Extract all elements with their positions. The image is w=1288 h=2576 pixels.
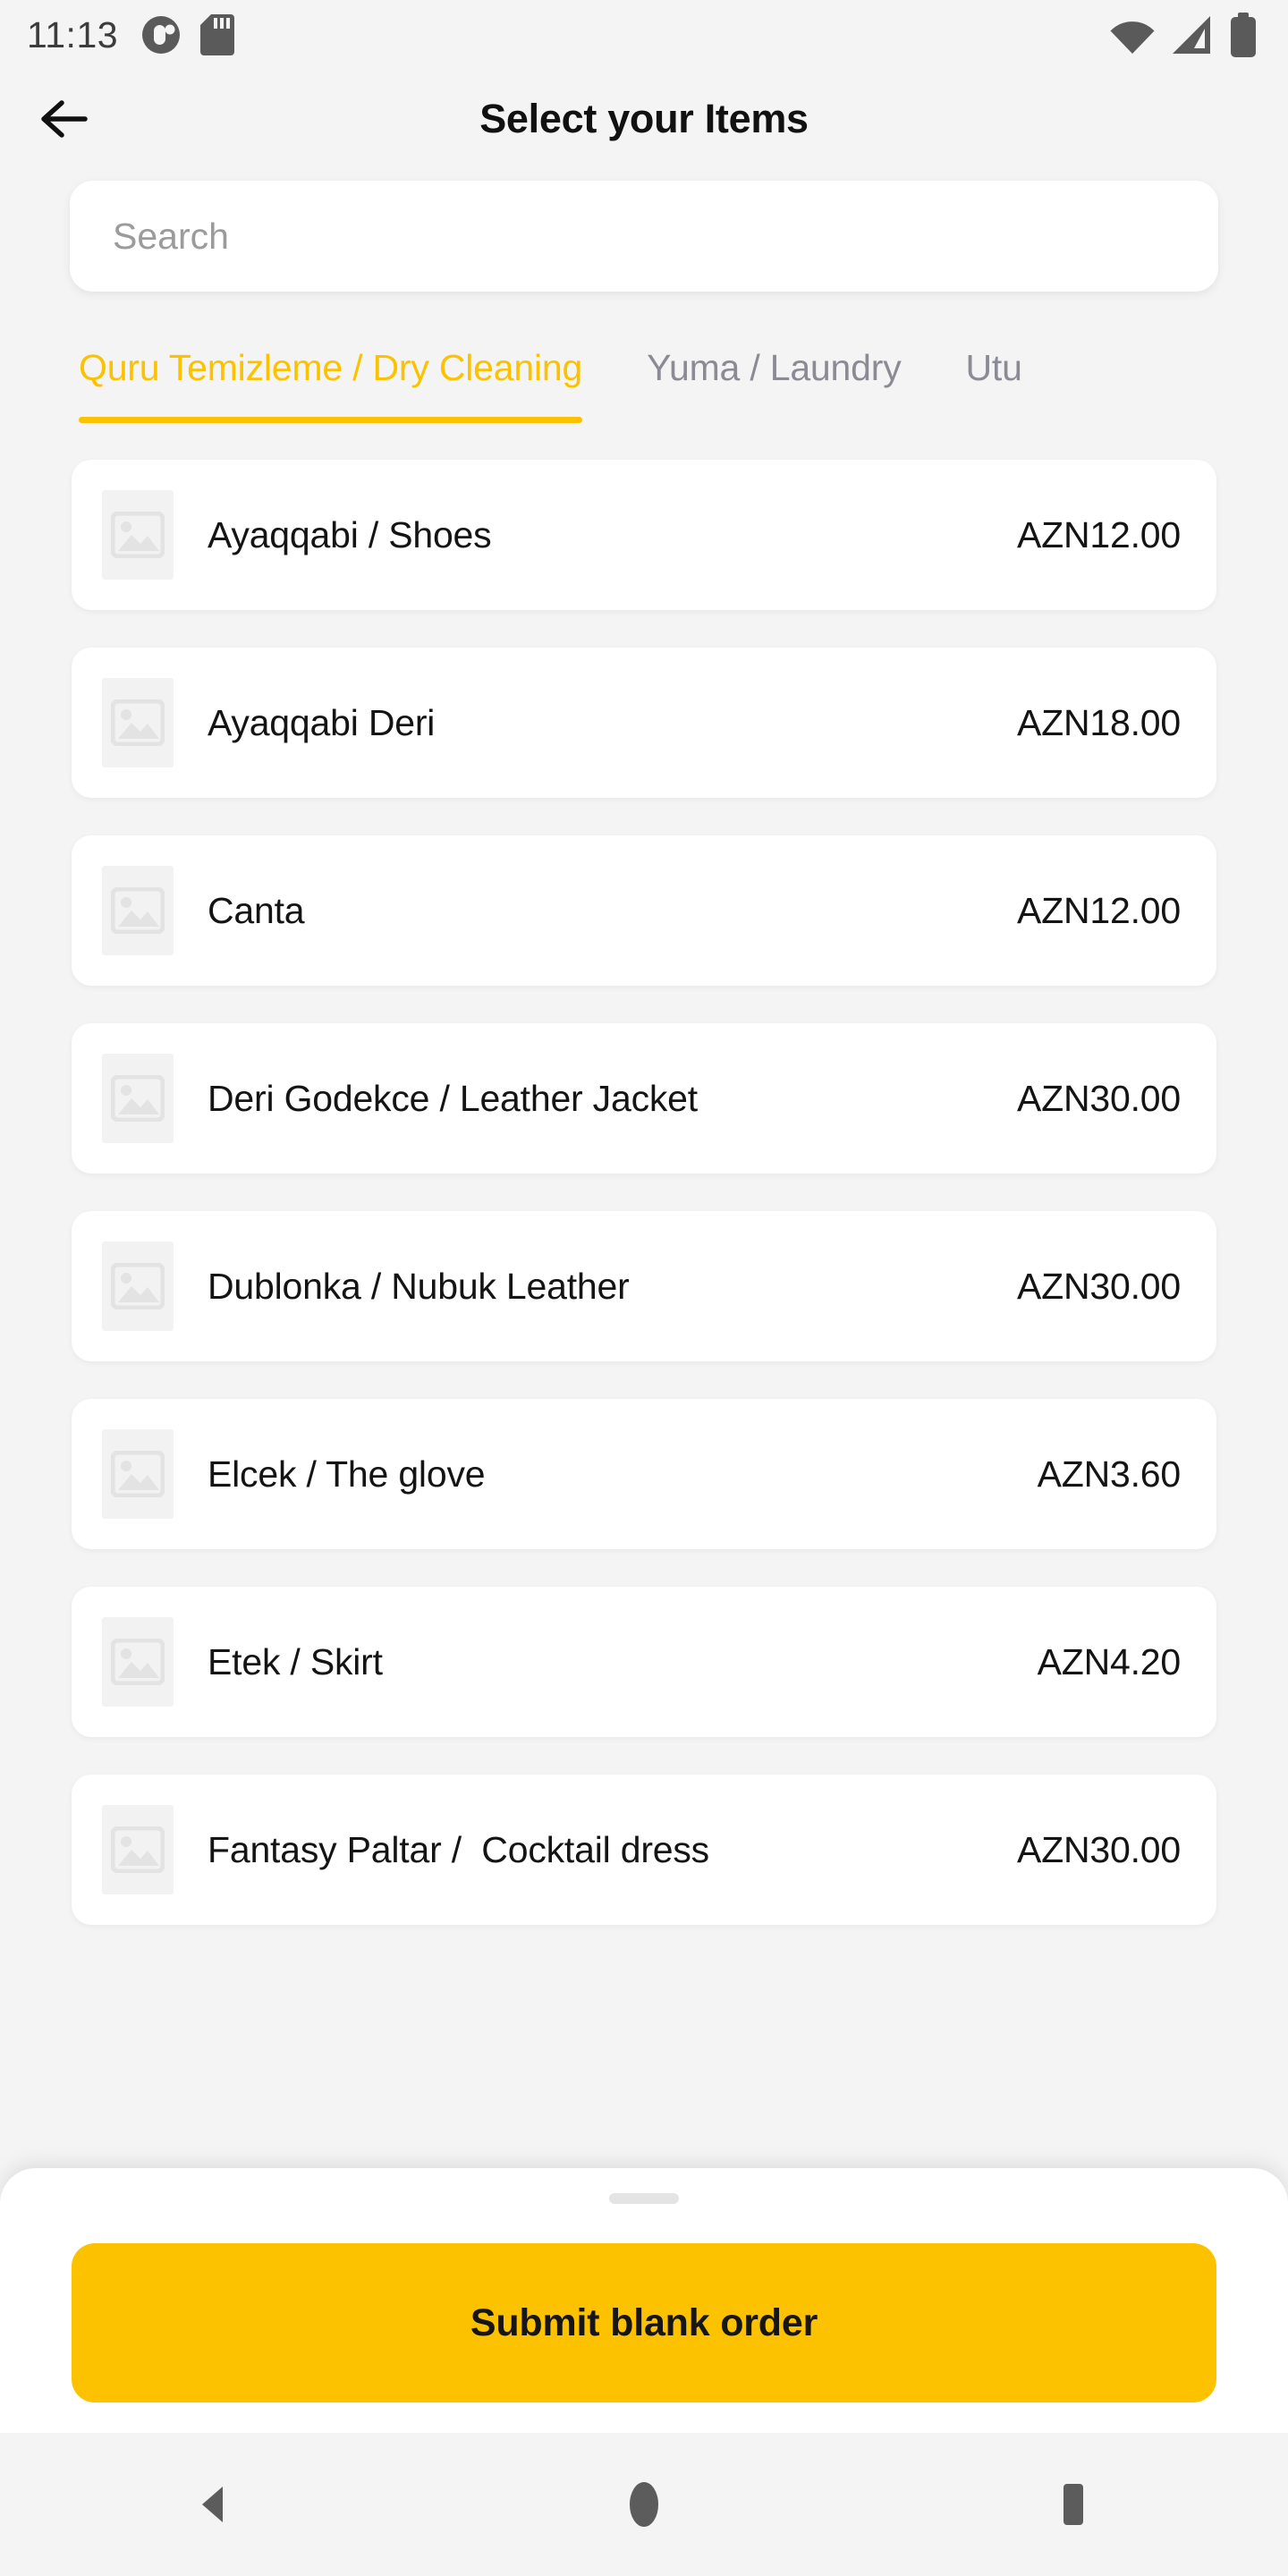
tab-active-underline — [647, 417, 901, 423]
status-clock: 11:13 — [27, 13, 119, 55]
item-name: Elcek / The glove — [208, 1453, 486, 1495]
system-navigation-bar — [0, 2433, 1288, 2576]
search-box[interactable] — [70, 181, 1218, 292]
item-row[interactable]: Canta AZN12.00 — [72, 835, 1216, 986]
item-row[interactable]: Deri Godekce / Leather Jacket AZN30.00 — [72, 1023, 1216, 1174]
status-left-icons — [141, 14, 235, 55]
tab-2[interactable]: Utu — [966, 347, 1022, 423]
item-row[interactable]: Etek / Skirt AZN4.20 — [72, 1587, 1216, 1737]
cellular-signal-icon — [1171, 14, 1214, 55]
item-row[interactable]: Elcek / The glove AZN3.60 — [72, 1399, 1216, 1549]
search-input[interactable] — [113, 215, 1175, 258]
item-row[interactable]: Ayaqqabi Deri AZN18.00 — [72, 648, 1216, 798]
tab-0[interactable]: Quru Temizleme / Dry Cleaning — [79, 347, 582, 423]
item-price: AZN12.00 — [1016, 889, 1181, 931]
item-name: Etek / Skirt — [208, 1640, 383, 1682]
item-row[interactable]: Ayaqqabi / Shoes AZN12.00 — [72, 460, 1216, 610]
item-name: Ayaqqabi / Shoes — [208, 513, 492, 555]
tab-label: Yuma / Laundry — [647, 347, 902, 388]
drag-handle[interactable] — [609, 2193, 679, 2204]
status-right-icons — [1109, 13, 1258, 57]
nav-home-button[interactable] — [577, 2437, 711, 2572]
nav-home-circle-icon — [620, 2480, 668, 2529]
image-placeholder-icon — [102, 1617, 174, 1707]
image-placeholder-icon — [102, 1429, 174, 1519]
status-bar: 11:13 — [0, 0, 1288, 70]
item-price: AZN30.00 — [1016, 1828, 1181, 1870]
back-button[interactable] — [27, 81, 102, 157]
item-price: AZN18.00 — [1016, 701, 1181, 743]
tab-label: Quru Temizleme / Dry Cleaning — [79, 347, 583, 388]
item-name: Fantasy Paltar / Cocktail dress — [208, 1828, 709, 1870]
nav-back-triangle-icon — [191, 2480, 239, 2529]
item-row[interactable]: Dublonka / Nubuk Leather AZN30.00 — [72, 1211, 1216, 1361]
bottom-sheet: Submit blank order — [0, 2168, 1288, 2433]
item-price: AZN30.00 — [1016, 1265, 1181, 1307]
app-screen: 11:13 Select your Items Search Quru Temi… — [0, 0, 1288, 2576]
item-name: Deri Godekce / Leather Jacket — [208, 1077, 698, 1119]
tab-active-underline — [966, 417, 1022, 423]
search-section — [0, 168, 1288, 304]
category-tabs[interactable]: Quru Temizleme / Dry Cleaning Yuma / Laun… — [0, 304, 1288, 447]
image-placeholder-icon — [102, 1054, 174, 1143]
wifi-icon — [1109, 14, 1156, 55]
item-name: Canta — [208, 889, 305, 931]
page-title: Select your Items — [479, 96, 809, 141]
item-name: Dublonka / Nubuk Leather — [208, 1265, 630, 1307]
nav-recents-square-icon — [1049, 2480, 1097, 2529]
battery-icon — [1229, 13, 1258, 57]
nav-back-button[interactable] — [148, 2437, 282, 2572]
image-placeholder-icon — [102, 866, 174, 955]
item-row[interactable]: Fantasy Paltar / Cocktail dress AZN30.00 — [72, 1775, 1216, 1925]
image-placeholder-icon — [102, 1805, 174, 1894]
tab-1[interactable]: Yuma / Laundry — [647, 347, 902, 423]
item-price: AZN12.00 — [1016, 513, 1181, 555]
image-placeholder-icon — [102, 1241, 174, 1331]
item-price: AZN4.20 — [1037, 1640, 1182, 1682]
arrow-left-icon — [38, 97, 90, 140]
app-bar: Select your Items — [0, 70, 1288, 168]
item-name: Ayaqqabi Deri — [208, 701, 436, 743]
image-placeholder-icon — [102, 678, 174, 767]
nav-recents-button[interactable] — [1006, 2437, 1140, 2572]
tab-label: Utu — [965, 347, 1022, 388]
app-notification-icon — [141, 15, 181, 55]
item-price: AZN30.00 — [1016, 1077, 1181, 1119]
tab-active-underline — [79, 417, 583, 423]
submit-blank-order-button[interactable]: Submit blank order — [72, 2243, 1216, 2402]
image-placeholder-icon — [102, 490, 174, 580]
sd-card-icon — [200, 14, 235, 55]
item-price: AZN3.60 — [1037, 1453, 1182, 1495]
